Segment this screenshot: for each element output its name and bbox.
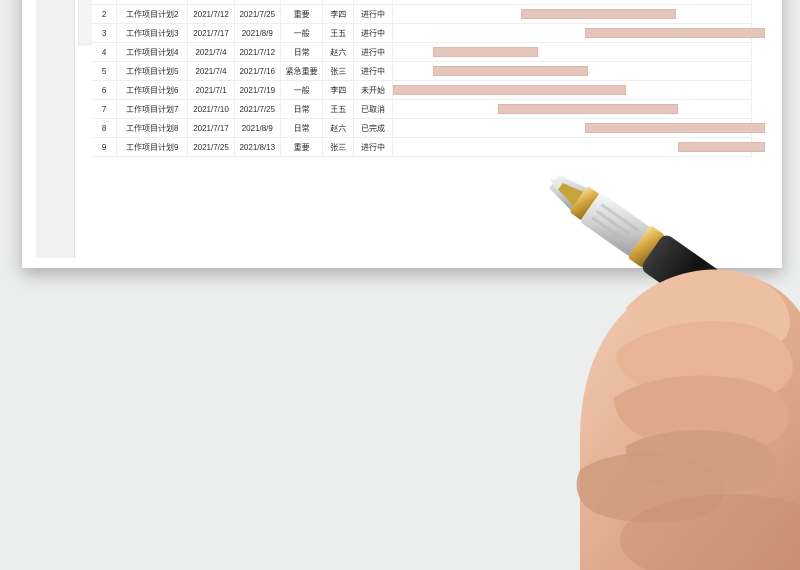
- table-row[interactable]: 4 工作项目计划4 2021/7/4 2021/7/12 日常 赵六 进行中: [92, 43, 752, 62]
- cell-desc[interactable]: 工作项目计划4: [117, 43, 189, 61]
- cell-end[interactable]: 2021/7/19: [235, 81, 281, 99]
- cell-end[interactable]: 2021/8/9: [235, 24, 281, 42]
- gantt-track: [393, 62, 752, 80]
- table-row[interactable]: 6 工作项目计划6 2021/7/1 2021/7/19 一般 李四 未开始: [92, 81, 752, 100]
- cell-end[interactable]: 2021/7/12: [235, 43, 281, 61]
- cell-end[interactable]: 2021/7/25: [235, 5, 281, 23]
- cell-owner[interactable]: 王五: [323, 100, 355, 118]
- cell-desc[interactable]: 工作项目计划5: [117, 62, 189, 80]
- gantt-bar: [392, 85, 626, 95]
- gantt-track: [393, 43, 752, 61]
- cell-desc[interactable]: 工作项目计划6: [117, 81, 189, 99]
- gantt-track: [393, 100, 752, 118]
- gantt-bar: [432, 66, 588, 76]
- cell-status[interactable]: 已完成: [354, 119, 393, 137]
- cell-status[interactable]: 进行中: [354, 43, 393, 61]
- cell-desc[interactable]: 工作项目计划7: [117, 100, 189, 118]
- gantt-track: [393, 0, 752, 4]
- spreadsheet-sheet: 4567891011121314151617181920212223242526…: [22, 0, 782, 268]
- gantt-track: [393, 138, 765, 156]
- cell-owner[interactable]: 张三: [323, 138, 355, 156]
- cell-desc[interactable]: 工作项目计划1: [117, 0, 189, 4]
- table-row[interactable]: 8 工作项目计划8 2021/7/17 2021/8/9 日常 赵六 已完成: [92, 119, 765, 138]
- cell-start[interactable]: 2021/7/17: [188, 24, 235, 42]
- cell-owner[interactable]: 王五: [323, 24, 355, 42]
- cell-status[interactable]: 进行中: [354, 24, 393, 42]
- cell-id[interactable]: 1: [92, 0, 118, 4]
- table-body: 1工作项目计划12021/7/12021/7/19紧急重要张三已完成2工作项目计…: [92, 0, 765, 157]
- table-row[interactable]: 3 工作项目计划3 2021/7/17 2021/8/9 一般 王五 进行中: [92, 24, 765, 43]
- cell-priority[interactable]: 日常: [281, 119, 324, 137]
- cell-priority[interactable]: 紧急重要: [281, 0, 324, 4]
- cell-end[interactable]: 2021/8/9: [235, 119, 281, 137]
- cell-id[interactable]: 2: [92, 5, 118, 23]
- cell-desc[interactable]: 工作项目计划3: [117, 24, 189, 42]
- cell-start[interactable]: 2021/7/4: [188, 62, 235, 80]
- cell-status[interactable]: 已取消: [354, 100, 393, 118]
- cell-owner[interactable]: 李四: [323, 81, 355, 99]
- cell-id[interactable]: 5: [92, 62, 118, 80]
- cell-status[interactable]: 进行中: [354, 5, 393, 23]
- gantt-bar: [584, 123, 765, 133]
- gantt-bar: [497, 104, 678, 114]
- gantt-bar: [584, 28, 765, 38]
- gantt-track: [393, 24, 765, 42]
- cell-desc[interactable]: 工作项目计划2: [117, 5, 189, 23]
- cell-id[interactable]: 7: [92, 100, 118, 118]
- table-row[interactable]: 9 工作项目计划9 2021/7/25 2021/8/13 重要 张三 进行中: [92, 138, 765, 157]
- cell-status[interactable]: 进行中: [354, 138, 393, 156]
- cell-end[interactable]: 2021/7/19: [235, 0, 281, 4]
- task-table: 序号 工作内容及描述 开始日期 结束日期 重要程度 负责人 工作状态 四五六日二…: [92, 0, 765, 157]
- cell-desc[interactable]: 工作项目计划9: [117, 138, 189, 156]
- cell-id[interactable]: 3: [92, 24, 118, 42]
- cell-end[interactable]: 2021/7/25: [235, 100, 281, 118]
- row-header-gutter: [36, 0, 75, 258]
- cell-desc[interactable]: 工作项目计划8: [117, 119, 189, 137]
- cell-id[interactable]: 6: [92, 81, 118, 99]
- cell-status[interactable]: 已完成: [354, 0, 393, 4]
- cell-end[interactable]: 2021/8/13: [235, 138, 281, 156]
- cell-priority[interactable]: 重要: [281, 5, 324, 23]
- gantt-bar: [520, 9, 676, 19]
- cell-status[interactable]: 进行中: [354, 62, 393, 80]
- cell-owner[interactable]: 李四: [323, 5, 355, 23]
- cell-start[interactable]: 2021/7/1: [188, 81, 235, 99]
- cell-start[interactable]: 2021/7/10: [188, 100, 235, 118]
- cell-id[interactable]: 9: [92, 138, 118, 156]
- cell-start[interactable]: 2021/7/25: [188, 138, 235, 156]
- table-row[interactable]: 2 工作项目计划2 2021/7/12 2021/7/25 重要 李四 进行中: [92, 5, 752, 24]
- cell-status[interactable]: 未开始: [354, 81, 393, 99]
- gantt-track: [393, 5, 752, 23]
- gantt-bar: [677, 142, 765, 152]
- gantt-track: [393, 119, 765, 137]
- cell-owner[interactable]: 张三: [323, 0, 355, 4]
- cell-priority[interactable]: 重要: [281, 138, 324, 156]
- cell-owner[interactable]: 张三: [323, 62, 355, 80]
- table-row[interactable]: 5 工作项目计划5 2021/7/4 2021/7/16 紧急重要 张三 进行中: [92, 62, 752, 81]
- cell-id[interactable]: 4: [92, 43, 118, 61]
- cell-priority[interactable]: 紧急重要: [281, 62, 324, 80]
- gantt-bar: [432, 47, 538, 57]
- cell-priority[interactable]: 一般: [281, 81, 324, 99]
- cell-start[interactable]: 2021/7/1: [188, 0, 235, 4]
- cell-priority[interactable]: 一般: [281, 24, 324, 42]
- cell-end[interactable]: 2021/7/16: [235, 62, 281, 80]
- cell-priority[interactable]: 日常: [281, 100, 324, 118]
- cell-start[interactable]: 2021/7/12: [188, 5, 235, 23]
- cell-priority[interactable]: 日常: [281, 43, 324, 61]
- cell-owner[interactable]: 赵六: [323, 43, 355, 61]
- table-row[interactable]: 7 工作项目计划7 2021/7/10 2021/7/25 日常 王五 已取消: [92, 100, 752, 119]
- cell-start[interactable]: 2021/7/17: [188, 119, 235, 137]
- gantt-track: [392, 81, 752, 99]
- cell-owner[interactable]: 赵六: [323, 119, 355, 137]
- cell-start[interactable]: 2021/7/4: [188, 43, 235, 61]
- cell-id[interactable]: 8: [92, 119, 118, 137]
